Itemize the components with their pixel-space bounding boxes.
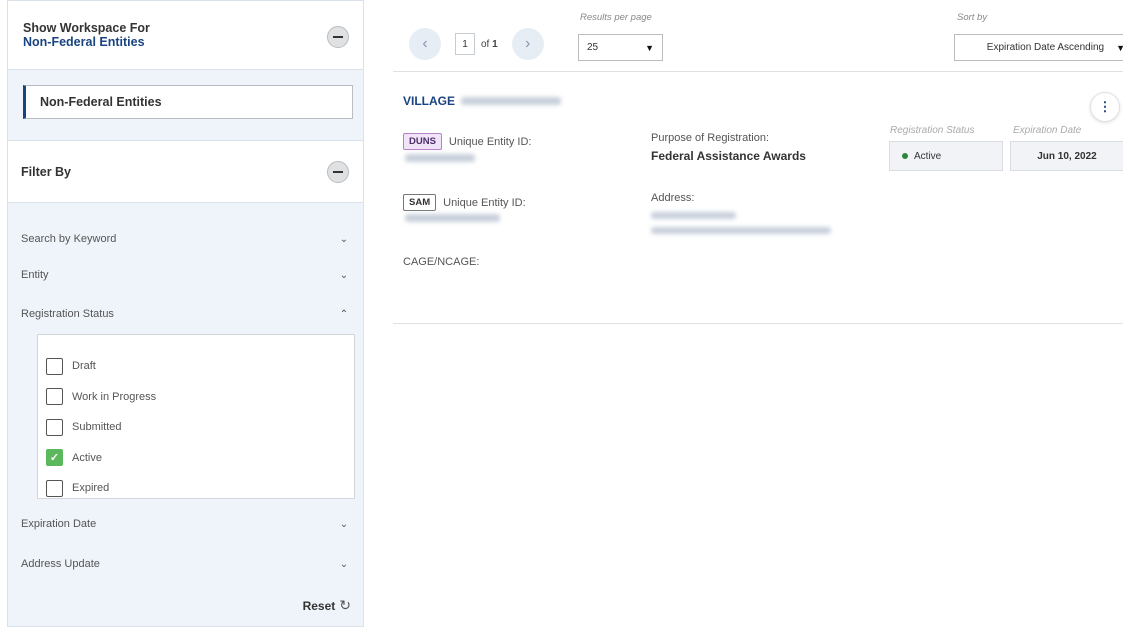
- checkbox-icon[interactable]: [46, 388, 63, 406]
- workspace-header: Show Workspace For Non-Federal Entities: [8, 1, 363, 70]
- chevron-left-icon: ‹: [422, 35, 428, 52]
- purpose-label: Purpose of Registration:: [651, 132, 770, 144]
- more-options-button[interactable]: ⋮: [1090, 92, 1120, 122]
- facet-label: Expiration Date: [21, 518, 97, 530]
- chevron-right-icon: ›: [525, 35, 531, 52]
- top-divider: [393, 71, 1123, 72]
- facet-label: Address Update: [21, 558, 100, 570]
- duns-id-row: DUNS Unique Entity ID:: [403, 133, 531, 150]
- facet-entity[interactable]: Entity ⌄: [8, 261, 363, 289]
- redacted-text: [651, 227, 831, 234]
- filter-header: Filter By: [8, 140, 363, 203]
- result-title: VILLAGE: [403, 94, 562, 108]
- purpose-value: Federal Assistance Awards: [651, 149, 806, 163]
- checkbox-expired[interactable]: Expired: [46, 473, 354, 504]
- checkmark-icon[interactable]: ✓: [46, 449, 63, 467]
- results-per-page-select[interactable]: 25 ▼: [578, 34, 663, 61]
- status-badge: Active: [889, 141, 1003, 171]
- workspace-subtitle: Non-Federal Entities: [23, 35, 145, 49]
- redacted-text: [405, 214, 500, 222]
- checkbox-label: Active: [72, 451, 102, 464]
- cage-label: CAGE/NCAGE:: [403, 256, 480, 268]
- sort-by-value: Expiration Date Ascending: [986, 42, 1105, 53]
- checkbox-icon[interactable]: [46, 357, 63, 375]
- caret-down-icon: ▼: [1116, 42, 1123, 53]
- chevron-down-icon: ⌄: [339, 269, 349, 281]
- page-of-text: of 1: [481, 39, 498, 50]
- chevron-down-icon: ⌄: [339, 558, 349, 570]
- checkbox-work-in-progress[interactable]: Work in Progress: [46, 382, 354, 413]
- chevron-down-icon: ⌄: [339, 518, 349, 530]
- checkbox-active[interactable]: ✓ Active: [46, 443, 354, 474]
- facet-label: Registration Status: [21, 308, 114, 320]
- facet-search-by-keyword[interactable]: Search by Keyword ⌄: [8, 225, 363, 253]
- refresh-icon: ↻: [339, 597, 351, 613]
- collapse-filter-button[interactable]: [327, 161, 349, 183]
- page-number-input[interactable]: 1: [455, 33, 475, 55]
- results-per-page-value: 25: [587, 42, 599, 53]
- filter-title: Filter By: [21, 164, 72, 179]
- minus-icon: [333, 36, 343, 38]
- checkbox-draft[interactable]: Draft: [46, 351, 354, 382]
- unique-entity-id-label: Unique Entity ID:: [443, 196, 526, 209]
- next-page-button[interactable]: ›: [511, 28, 544, 60]
- reset-button[interactable]: Reset ↻: [303, 597, 351, 614]
- checkbox-label: Expired: [72, 482, 110, 495]
- redacted-text: [461, 97, 562, 105]
- collapse-workspace-button[interactable]: [327, 26, 349, 48]
- sam-id-row: SAM Unique Entity ID:: [403, 194, 526, 211]
- of-label: of: [481, 38, 490, 50]
- expiration-date-value: Jun 10, 2022: [1010, 141, 1123, 171]
- result-divider: [393, 323, 1123, 324]
- status-dot-icon: [902, 153, 908, 159]
- facet-expiration-date[interactable]: Expiration Date ⌄: [8, 510, 363, 538]
- reset-label: Reset: [302, 598, 336, 613]
- entity-name-link[interactable]: VILLAGE: [403, 94, 455, 108]
- pagination: ‹ 1 of 1 ›: [409, 28, 544, 60]
- registration-status-options: Draft Work in Progress Submitted ✓ Activ…: [37, 334, 355, 499]
- expiration-date-label: Expiration Date: [1013, 125, 1082, 136]
- checkbox-icon[interactable]: [46, 418, 63, 436]
- checkbox-label: Draft: [72, 360, 96, 373]
- facet-registration-status[interactable]: Registration Status ⌃: [8, 300, 363, 328]
- workspace-selector[interactable]: Non-Federal Entities: [23, 85, 353, 119]
- previous-page-button[interactable]: ‹: [409, 28, 441, 60]
- facet-address-update[interactable]: Address Update ⌄: [8, 550, 363, 578]
- sort-by-select[interactable]: Expiration Date Ascending ▼: [954, 34, 1123, 61]
- facet-label: Entity: [21, 269, 49, 281]
- checkbox-label: Submitted: [72, 421, 122, 434]
- chevron-down-icon: ⌄: [339, 233, 349, 245]
- facet-label: Search by Keyword: [21, 233, 117, 245]
- redacted-text: [651, 212, 736, 219]
- workspace-title: Show Workspace For: [23, 21, 150, 35]
- caret-down-icon: ▼: [645, 42, 654, 53]
- sort-by-label: Sort by: [957, 12, 988, 23]
- chevron-up-icon: ⌃: [339, 308, 349, 320]
- total-pages: 1: [492, 38, 498, 50]
- redacted-text: [405, 154, 475, 162]
- status-value: Active: [914, 150, 942, 162]
- checkbox-submitted[interactable]: Submitted: [46, 412, 354, 443]
- sam-tag: SAM: [403, 194, 437, 211]
- sidebar: Show Workspace For Non-Federal Entities …: [7, 0, 364, 627]
- kebab-icon: ⋮: [1098, 99, 1112, 114]
- minus-icon: [333, 171, 343, 173]
- checkbox-icon[interactable]: [46, 479, 63, 497]
- registration-status-label: Registration Status: [890, 125, 975, 136]
- results-per-page-label: Results per page: [580, 12, 652, 23]
- duns-tag: DUNS: [403, 133, 442, 150]
- unique-entity-id-label: Unique Entity ID:: [448, 135, 532, 148]
- address-label: Address:: [651, 192, 695, 204]
- workspace-select-wrap: Non-Federal Entities: [8, 70, 363, 139]
- checkbox-label: Work in Progress: [72, 390, 157, 403]
